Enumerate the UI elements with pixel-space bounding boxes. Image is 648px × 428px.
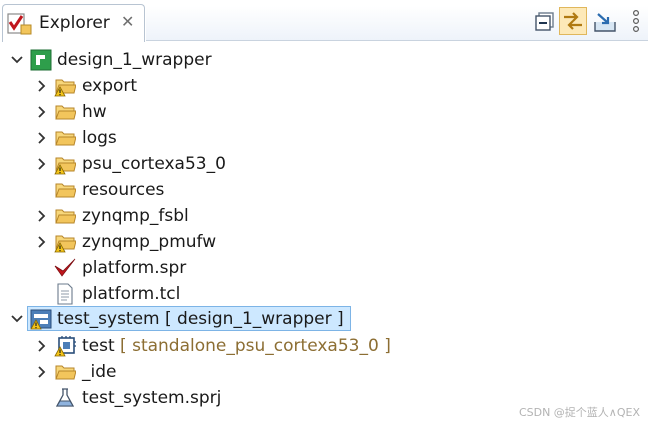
tree-item-label: test_system [ design_1_wrapper ] xyxy=(57,309,344,329)
folder-icon xyxy=(54,101,77,123)
tree-item-label: design_1_wrapper xyxy=(57,50,212,70)
chevron-right-icon[interactable] xyxy=(34,103,48,121)
tree-item-label: test [ standalone_psu_cortexa53_0 ] xyxy=(82,335,391,357)
tree-item-zynqmp-fsbl[interactable]: zynqmp_fsbl xyxy=(0,204,648,228)
tree-item-label: resources xyxy=(82,180,165,200)
text-file-icon xyxy=(54,283,76,305)
export-icon[interactable] xyxy=(592,10,616,34)
collapse-all-icon[interactable] xyxy=(533,10,557,34)
chevron-right-icon[interactable] xyxy=(34,155,48,173)
tree-item-label: psu_cortexa53_0 xyxy=(82,154,226,174)
explorer-icon xyxy=(7,12,33,36)
warning-folder-icon xyxy=(54,231,77,253)
project-tree: design_1_wrapper export hw logs psu_cort… xyxy=(0,44,648,414)
tree-item-label: logs xyxy=(82,128,117,148)
chevron-right-icon[interactable] xyxy=(34,77,48,95)
chevron-right-icon[interactable] xyxy=(34,207,48,225)
watermark-text: CSDN @捉个蓝人∧QEX xyxy=(518,406,640,419)
tree-item-label: platform.tcl xyxy=(82,284,181,304)
project-name: test xyxy=(82,336,115,356)
folder-icon xyxy=(54,361,77,383)
warning-folder-icon xyxy=(54,75,77,97)
close-icon[interactable]: ✕ xyxy=(121,12,134,32)
tree-item-platform-tcl[interactable]: platform.tcl xyxy=(0,282,648,306)
system-project-warning-icon xyxy=(30,308,52,330)
chevron-down-icon[interactable] xyxy=(10,310,24,328)
chevron-right-icon[interactable] xyxy=(34,337,48,355)
tree-item-label: _ide xyxy=(82,362,117,382)
header-divider xyxy=(146,40,648,41)
tree-item-label: zynqmp_pmufw xyxy=(82,232,217,252)
folder-icon xyxy=(54,205,77,227)
view-menu-icon[interactable] xyxy=(628,8,644,34)
folder-icon xyxy=(54,179,77,201)
tree-item-logs[interactable]: logs xyxy=(0,126,648,150)
tree-item-zynqmp-pmufw[interactable]: zynqmp_pmufw xyxy=(0,230,648,254)
platform-project-icon xyxy=(30,49,52,71)
chevron-down-icon[interactable] xyxy=(10,51,24,69)
tree-item-export[interactable]: export xyxy=(0,74,648,98)
tree-item-platform-spr[interactable]: platform.spr xyxy=(0,256,648,280)
application-warning-icon xyxy=(54,335,76,357)
tree-item-resources[interactable]: resources xyxy=(0,178,648,202)
explorer-view: Explorer ✕ design_1_wrapper export hw lo… xyxy=(0,0,648,428)
xilinx-spr-icon xyxy=(54,257,76,279)
flask-file-icon xyxy=(54,387,76,409)
chevron-right-icon[interactable] xyxy=(34,233,48,251)
tree-item-label: zynqmp_fsbl xyxy=(82,206,189,226)
explorer-tab-label: Explorer xyxy=(39,13,110,33)
tree-item-test[interactable]: test [ standalone_psu_cortexa53_0 ] xyxy=(0,334,648,358)
tree-item-label: platform.spr xyxy=(82,258,187,278)
tree-item-test-system[interactable]: test_system [ design_1_wrapper ] xyxy=(0,306,648,332)
chevron-right-icon[interactable] xyxy=(34,363,48,381)
tree-item-label: test_system.sprj xyxy=(82,388,222,408)
folder-icon xyxy=(54,127,77,149)
warning-folder-icon xyxy=(54,153,77,175)
tree-item-design-1-wrapper[interactable]: design_1_wrapper xyxy=(0,48,648,72)
view-header: Explorer ✕ xyxy=(0,0,648,42)
chevron-right-icon[interactable] xyxy=(34,129,48,147)
tree-item-label: export xyxy=(82,76,138,96)
tree-item-hw[interactable]: hw xyxy=(0,100,648,124)
tree-item-label: hw xyxy=(82,102,107,122)
project-decoration: [ standalone_psu_cortexa53_0 ] xyxy=(114,336,391,356)
link-with-editor-icon[interactable] xyxy=(559,7,587,35)
explorer-tab[interactable]: Explorer ✕ xyxy=(2,4,145,42)
tree-item-psu-cortexa53-0[interactable]: psu_cortexa53_0 xyxy=(0,152,648,176)
tree-item-ide[interactable]: _ide xyxy=(0,360,648,384)
